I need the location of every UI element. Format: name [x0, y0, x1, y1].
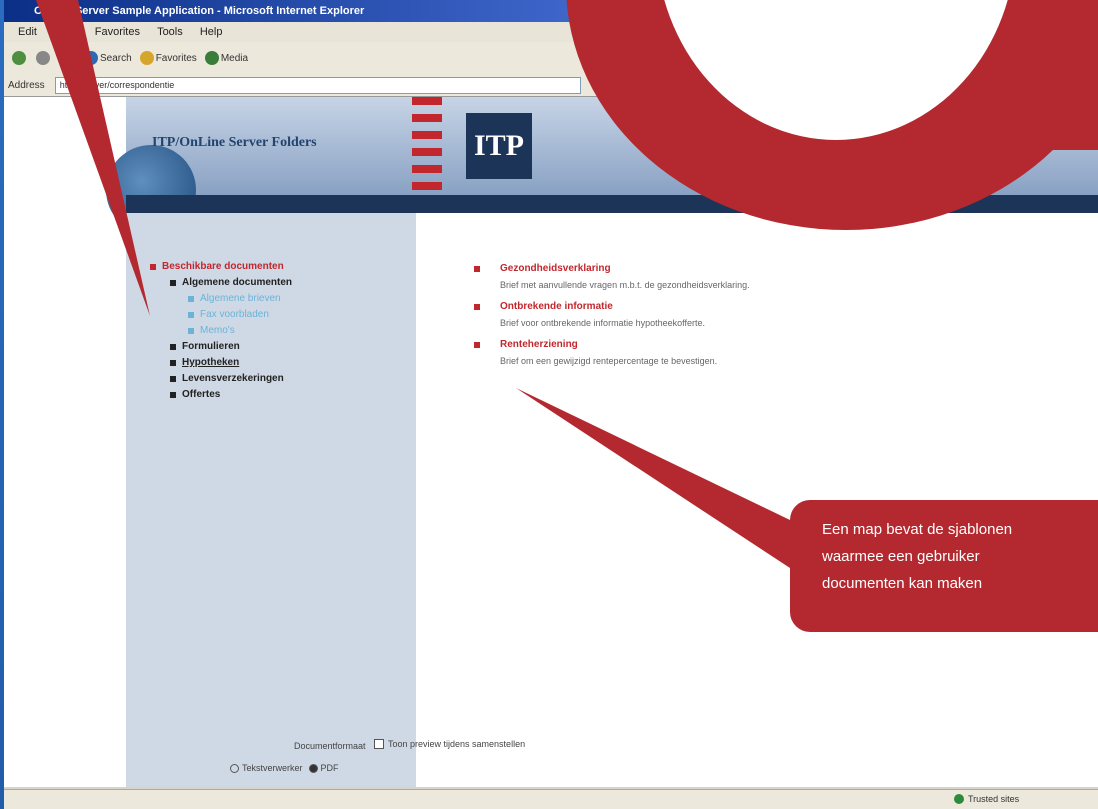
document-item[interactable]: Ontbrekende informatie Brief voor ontbre… [474, 301, 705, 328]
window-title: OnLine Server Sample Application - Micro… [34, 5, 365, 17]
back-icon [12, 51, 26, 65]
tree-item-offertes[interactable]: Offertes [170, 389, 292, 400]
callout-line: waarmee een gebruiker [822, 548, 980, 565]
media-label: Media [220, 52, 249, 64]
forward-icon [36, 51, 50, 65]
radio-tekstverwerker[interactable] [230, 763, 239, 773]
preview-checkbox[interactable]: Toon preview tijdens samenstellen [374, 739, 525, 749]
itp-logo: ITP [466, 113, 532, 179]
format-radio-group: Tekstverwerker PDF [230, 763, 339, 773]
document-description: Brief voor ontbrekende informatie hypoth… [500, 318, 705, 328]
search-icon [84, 51, 98, 65]
document-title[interactable]: Renteherziening [500, 339, 578, 350]
status-bar: Trusted sites [4, 789, 1098, 809]
zone-icon [954, 794, 964, 804]
document-description: Brief met aanvullende vragen m.b.t. de g… [500, 280, 750, 290]
tree-item-algemene-documenten[interactable]: Algemene documenten [170, 277, 292, 288]
forward-button[interactable] [36, 51, 52, 65]
format-label: Documentformaat [294, 741, 366, 751]
refresh-icon [60, 51, 74, 65]
menu-help[interactable]: Help [200, 26, 223, 38]
menu-view[interactable]: View [54, 26, 78, 38]
media-button[interactable]: Media [204, 51, 249, 65]
tree-item-hypotheken[interactable]: Hypotheken [170, 357, 292, 368]
document-item[interactable]: Renteherziening Brief om een gewijzigd r… [474, 339, 717, 366]
radio-pdf[interactable] [308, 763, 318, 773]
folder-tree: Beschikbare documenten Algemene document… [150, 261, 292, 405]
search-button[interactable]: Search [84, 51, 132, 65]
document-item[interactable]: Gezondheidsverklaring Brief met aanvulle… [474, 263, 750, 290]
menu-edit[interactable]: Edit [18, 26, 37, 38]
security-zone: Trusted sites [954, 794, 1019, 804]
callout-box: Een map bevat de sjablonen waarmee een g… [790, 500, 1098, 632]
preview-label: Toon preview tijdens samenstellen [388, 739, 526, 749]
favorites-icon [139, 51, 154, 65]
callout-line: Een map bevat de sjablonen [822, 521, 1013, 538]
tree-item-algemene-brieven[interactable]: Algemene brieven [188, 293, 292, 304]
document-title[interactable]: Ontbrekende informatie [500, 301, 613, 312]
search-label: Search [100, 52, 132, 64]
address-input[interactable]: http://server/correspondentie [54, 76, 581, 94]
favorites-label: Favorites [155, 52, 197, 64]
document-title[interactable]: Gezondheidsverklaring [500, 263, 611, 274]
menu-tools[interactable]: Tools [157, 26, 183, 38]
document-description: Brief om een gewijzigd rentepercentage t… [500, 356, 718, 366]
callout-line: documenten kan maken [822, 575, 983, 592]
tree-item-formulieren[interactable]: Formulieren [170, 341, 292, 352]
tree-item-memos[interactable]: Memo's [188, 325, 292, 336]
refresh-button[interactable] [60, 51, 76, 65]
tree-root[interactable]: Beschikbare documenten [150, 261, 292, 272]
menu-favorites[interactable]: Favorites [95, 26, 140, 38]
ring-segment [965, 80, 1098, 150]
tree-item-fax-voorbladen[interactable]: Fax voorbladen [188, 309, 292, 320]
favorites-button[interactable]: Favorites [139, 51, 197, 65]
back-button[interactable] [12, 51, 28, 65]
banner-title: ITP/OnLine Server Folders [152, 135, 317, 150]
media-icon [204, 51, 219, 65]
tree-item-levensverzekeringen[interactable]: Levensverzekeringen [170, 373, 292, 384]
address-label: Address [8, 79, 45, 91]
folder-sidebar: Beschikbare documenten Algemene document… [126, 213, 416, 787]
